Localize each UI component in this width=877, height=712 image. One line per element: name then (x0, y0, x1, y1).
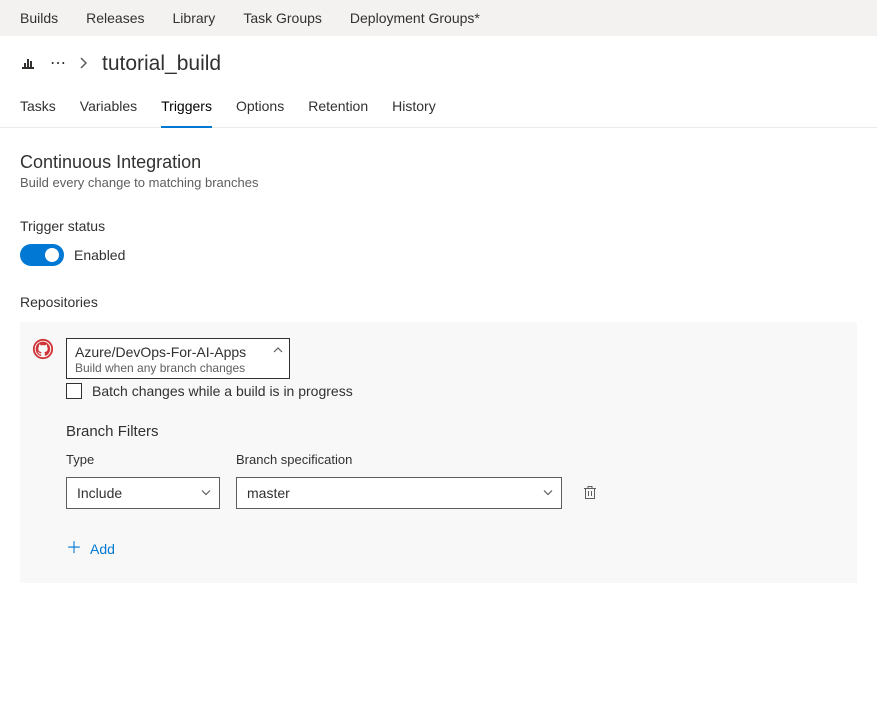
branch-dropdown[interactable]: master (236, 477, 562, 509)
build-icon (20, 56, 36, 72)
type-value: Include (77, 485, 122, 501)
plus-icon: ＋ (66, 541, 82, 557)
nav-library[interactable]: Library (173, 10, 216, 26)
subtabs: Tasks Variables Triggers Options Retenti… (0, 88, 877, 128)
repo-select[interactable]: Azure/DevOps-For-AI-Apps Build when any … (66, 338, 290, 379)
chevron-right-icon (80, 56, 88, 72)
repo-name: Azure/DevOps-For-AI-Apps (75, 343, 267, 361)
tab-history[interactable]: History (392, 88, 436, 128)
breadcrumb: ⋯ tutorial_build (0, 36, 877, 88)
top-nav: Builds Releases Library Task Groups Depl… (0, 0, 877, 36)
tab-variables[interactable]: Variables (80, 88, 137, 128)
repo-subtitle: Build when any branch changes (75, 361, 267, 375)
chevron-down-icon (201, 487, 211, 498)
add-filter-button[interactable]: ＋ Add (66, 541, 845, 557)
nav-deployment-groups[interactable]: Deployment Groups* (350, 10, 480, 26)
trigger-status-label: Trigger status (20, 218, 857, 234)
tab-options[interactable]: Options (236, 88, 284, 128)
trigger-toggle[interactable] (20, 244, 64, 266)
ci-subtitle: Build every change to matching branches (20, 175, 857, 190)
add-label: Add (90, 541, 115, 557)
main-content: Continuous Integration Build every chang… (0, 128, 877, 607)
branch-filters-title: Branch Filters (66, 423, 845, 440)
ci-title: Continuous Integration (20, 152, 857, 173)
chevron-down-icon (543, 487, 553, 498)
page-title: tutorial_build (102, 52, 221, 76)
nav-builds[interactable]: Builds (20, 10, 58, 26)
batch-label: Batch changes while a build is in progre… (92, 383, 353, 399)
chevron-up-icon (273, 345, 283, 356)
trigger-state-label: Enabled (74, 247, 125, 263)
branch-value: master (247, 485, 290, 501)
nav-task-groups[interactable]: Task Groups (243, 10, 322, 26)
nav-releases[interactable]: Releases (86, 10, 144, 26)
repositories-label: Repositories (20, 294, 857, 310)
github-icon (32, 338, 54, 360)
repo-panel: Azure/DevOps-For-AI-Apps Build when any … (20, 322, 857, 583)
batch-checkbox[interactable] (66, 383, 82, 399)
tab-retention[interactable]: Retention (308, 88, 368, 128)
toggle-knob (45, 248, 59, 262)
type-label: Type (66, 452, 220, 467)
delete-filter-button[interactable] (578, 477, 602, 509)
branch-label: Branch specification (236, 452, 562, 467)
tab-triggers[interactable]: Triggers (161, 88, 212, 128)
breadcrumb-more-icon[interactable]: ⋯ (50, 56, 66, 72)
type-dropdown[interactable]: Include (66, 477, 220, 509)
tab-tasks[interactable]: Tasks (20, 88, 56, 128)
